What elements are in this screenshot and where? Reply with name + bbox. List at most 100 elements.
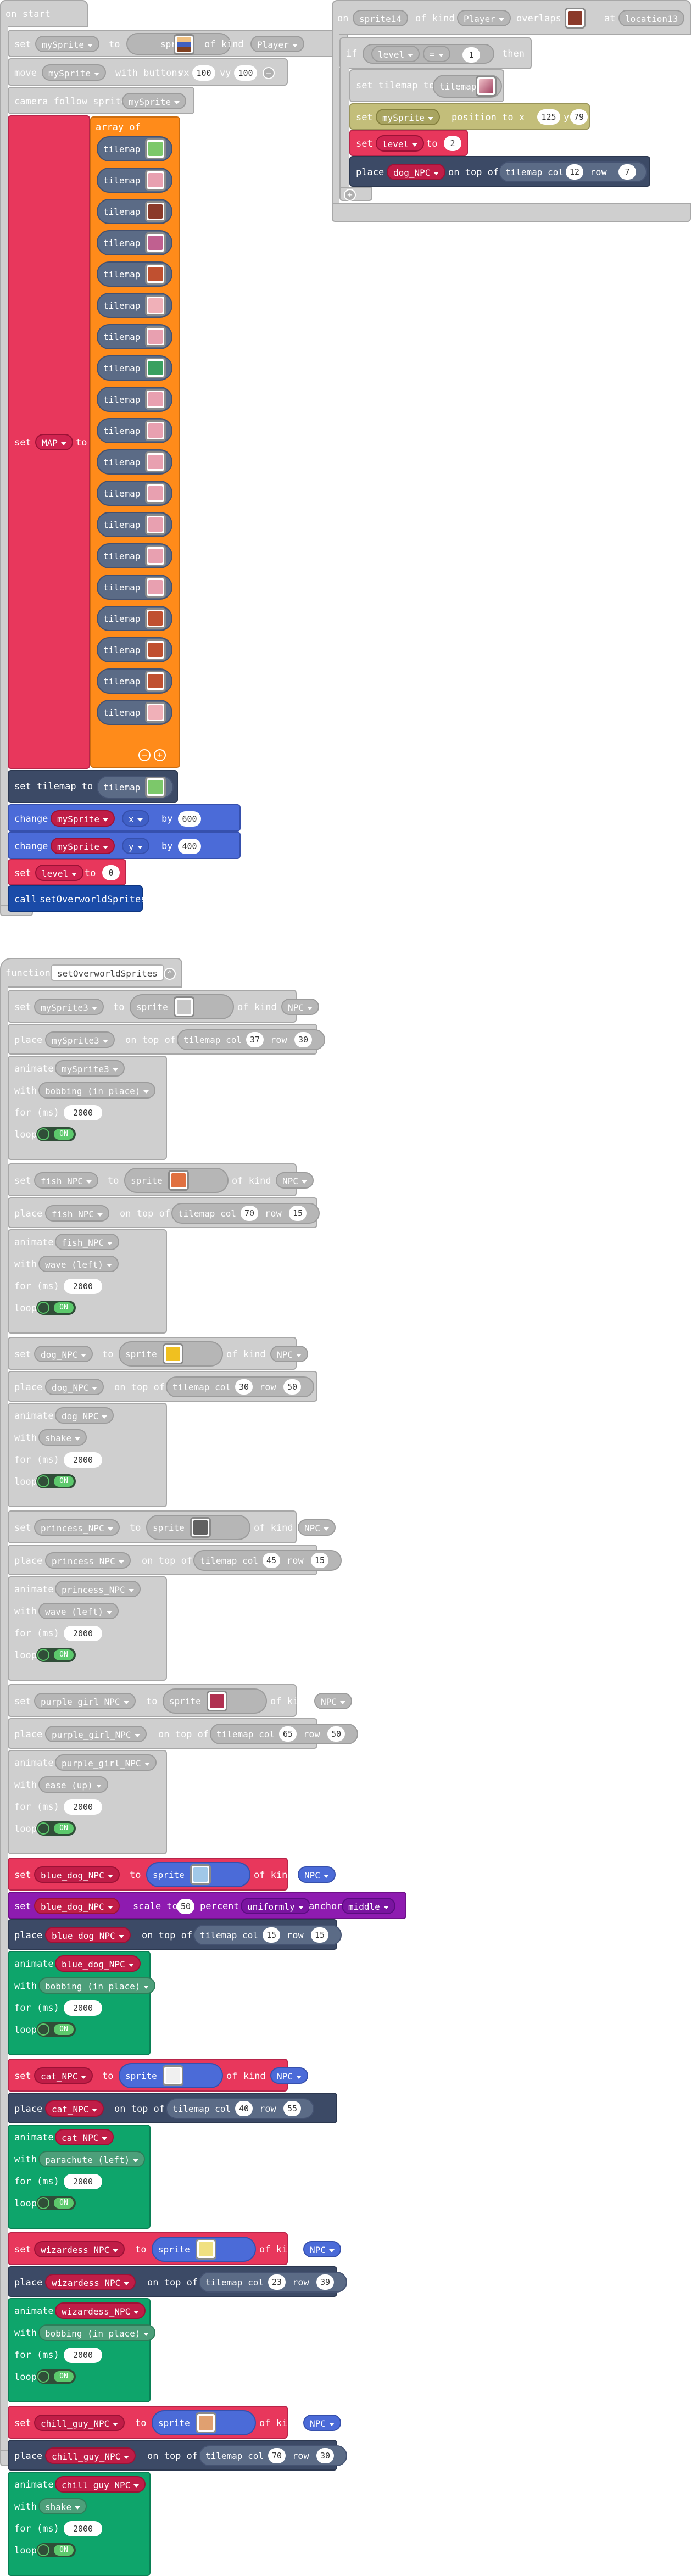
- tilemap-item-pill[interactable]: tilemap: [97, 449, 172, 475]
- dog-npc-var-pill[interactable]: dog_NPC: [387, 164, 446, 180]
- tilemap-item-thumbnail[interactable]: [145, 420, 166, 441]
- place-npc-block[interactable]: place blue_dog_NPC on top of tilemap col 15 r…: [8, 1919, 342, 1950]
- loop-toggle[interactable]: ON: [36, 2022, 76, 2037]
- tilemap-item-thumbnail[interactable]: [145, 608, 166, 629]
- set-npc-sprite-block[interactable]: set chill_guy_NPC to sprite of kind NPC: [8, 2406, 341, 2439]
- npc-var-pill[interactable]: princess_NPC: [55, 1581, 141, 1597]
- npc-var-pill[interactable]: fish_NPC: [34, 1172, 99, 1189]
- npc-sprite-thumbnail[interactable]: [163, 2065, 183, 2086]
- ms-input[interactable]: 2000: [64, 1452, 102, 1468]
- tilemap-item-thumbnail[interactable]: [145, 358, 166, 378]
- set-npc-sprite-block[interactable]: set blue_dog_NPC to sprite of kind NPC: [8, 1858, 336, 1891]
- set-map-block[interactable]: set MAP to: [8, 115, 90, 769]
- tilemap-item-pill[interactable]: tilemap: [97, 481, 172, 506]
- vy-input[interactable]: 100: [234, 65, 257, 81]
- npc-var-pill[interactable]: blue_dog_NPC: [34, 1866, 120, 1883]
- place-npc-block[interactable]: place princess_NPC on top of tilemap col 45 r…: [8, 1545, 342, 1575]
- place-npc-block[interactable]: place purple_girl_NPC on top of tilemap col…: [8, 1718, 358, 1749]
- loop-toggle[interactable]: ON: [36, 1127, 76, 1141]
- tilemap-item-thumbnail[interactable]: [145, 702, 166, 723]
- kind-npc-pill[interactable]: NPC: [276, 1172, 314, 1189]
- tilemap-item-pill[interactable]: tilemap: [97, 136, 172, 161]
- col-input[interactable]: 40: [235, 2101, 253, 2116]
- set-npc-sprite-block[interactable]: set cat_NPC to sprite of kind NPC: [8, 2059, 308, 2092]
- kind-npc-pill[interactable]: NPC: [303, 2415, 341, 2431]
- remove-item-icon[interactable]: −: [138, 749, 151, 761]
- npc-var-pill[interactable]: purple_girl_NPC: [55, 1754, 157, 1771]
- change-y-input[interactable]: 400: [178, 839, 201, 854]
- tilemap-item-thumbnail[interactable]: [145, 483, 166, 504]
- animation-pill[interactable]: bobbing (in place): [38, 1082, 156, 1099]
- tilemap-item-pill[interactable]: tilemap: [97, 199, 172, 224]
- level-var-pill[interactable]: level: [371, 46, 420, 62]
- col-input[interactable]: 70: [241, 1206, 258, 1221]
- animate-block[interactable]: animate fish_NPC with wave (left) for (ms) 20…: [8, 1229, 167, 1334]
- col-input[interactable]: 30: [235, 1379, 253, 1395]
- tilemap-item-thumbnail[interactable]: [145, 514, 166, 535]
- animate-block[interactable]: animate princess_NPC with wave (left) for (m…: [8, 1576, 167, 1681]
- collapse-minus-icon[interactable]: −: [263, 67, 275, 79]
- npc-var-pill[interactable]: dog_NPC: [45, 1379, 104, 1395]
- animation-pill[interactable]: wave (left): [38, 1603, 119, 1619]
- map-var-pill[interactable]: MAP: [35, 434, 73, 450]
- tilemap-item-thumbnail[interactable]: [145, 671, 166, 692]
- row-input[interactable]: 30: [316, 2448, 334, 2463]
- position-y-input[interactable]: 79: [570, 109, 588, 125]
- tilemap-item-thumbnail[interactable]: [145, 232, 166, 253]
- tilemap-item-pill[interactable]: tilemap: [97, 700, 172, 725]
- function-hat[interactable]: function setOverworldSprites ⌃: [0, 958, 182, 988]
- kind-npc-pill[interactable]: NPC: [270, 2067, 308, 2084]
- npc-var-pill[interactable]: chill_guy_NPC: [55, 2476, 146, 2493]
- move-with-buttons-block[interactable]: move mySprite with buttons vx 100 vy 100…: [8, 58, 288, 86]
- tilemap-item-thumbnail[interactable]: [145, 295, 166, 316]
- tilemap-item-pill[interactable]: tilemap: [97, 543, 172, 568]
- mysprite-var-pill[interactable]: mySprite: [51, 838, 115, 854]
- tilemap-item-pill[interactable]: tilemap: [97, 293, 172, 318]
- col-input[interactable]: 23: [268, 2274, 286, 2290]
- npc-var-pill[interactable]: cat_NPC: [34, 2067, 93, 2084]
- animation-pill[interactable]: bobbing (in place): [38, 2324, 156, 2341]
- tilemap-item-pill[interactable]: tilemap: [97, 324, 172, 349]
- npc-sprite-thumbnail[interactable]: [196, 2412, 216, 2433]
- npc-var-pill[interactable]: mySprite3: [55, 1060, 125, 1077]
- mysprite-var-pill[interactable]: mySprite: [122, 93, 187, 109]
- animate-block[interactable]: animate chill_guy_NPC with shake for (ms) 200…: [8, 2472, 151, 2576]
- if-set-tilemap-block[interactable]: set tilemap to tilemap: [349, 69, 504, 102]
- tilemap-item-thumbnail[interactable]: [145, 264, 166, 285]
- mysprite-var-pill[interactable]: mySprite: [376, 109, 441, 125]
- loop-toggle[interactable]: ON: [36, 2543, 76, 2557]
- scale-input[interactable]: 50: [177, 1899, 194, 1914]
- npc-var-pill[interactable]: wizardess_NPC: [55, 2302, 146, 2319]
- function-name-field[interactable]: setOverworldSprites: [51, 964, 165, 981]
- change-y-block[interactable]: change mySprite y by 400: [8, 832, 241, 859]
- x-prop-pill[interactable]: x: [122, 810, 149, 827]
- set-npc-sprite-block[interactable]: set princess_NPC to sprite of kind NPC: [8, 1510, 336, 1543]
- ms-input[interactable]: 2000: [64, 1279, 102, 1294]
- tilemap-item-thumbnail[interactable]: [145, 577, 166, 598]
- tilemap-item-thumbnail[interactable]: [145, 201, 166, 222]
- kind-npc-pill[interactable]: NPC: [298, 1866, 336, 1883]
- set-mysprite-block[interactable]: set mySprite to sprite of kind Player: [8, 30, 348, 57]
- animation-pill[interactable]: parachute (left): [38, 2151, 146, 2167]
- npc-var-pill[interactable]: chill_guy_NPC: [45, 2447, 136, 2464]
- tilemap-thumbnail[interactable]: [476, 76, 497, 97]
- npc-var-pill[interactable]: purple_girl_NPC: [34, 1693, 136, 1709]
- npc-var-pill[interactable]: mySprite3: [45, 1031, 115, 1048]
- add-item-icon[interactable]: +: [154, 749, 166, 761]
- tilemap-item-pill[interactable]: tilemap: [97, 261, 172, 287]
- tilemap-item-pill[interactable]: tilemap: [97, 637, 172, 662]
- camera-follow-block[interactable]: camera follow sprite mySprite: [8, 87, 194, 114]
- col-input[interactable]: 70: [268, 2448, 286, 2463]
- array-of-block[interactable]: array of tilemap tilemap tilemap tilemap til…: [90, 116, 180, 768]
- place-npc-block[interactable]: place fish_NPC on top of tilemap col 70 row 15: [8, 1197, 320, 1228]
- row-input[interactable]: 15: [311, 1553, 328, 1568]
- place-npc-block[interactable]: place wizardess_NPC on top of tilemap col 23…: [8, 2266, 347, 2297]
- kind-npc-pill[interactable]: NPC: [270, 1346, 308, 1362]
- col-input[interactable]: 45: [263, 1553, 280, 1568]
- mysprite-var-pill[interactable]: mySprite: [35, 36, 100, 52]
- animate-block[interactable]: animate dog_NPC with shake for (ms) 2000 loop O…: [8, 1403, 167, 1507]
- if-block[interactable]: if level = 1 then: [339, 37, 532, 69]
- npc-sprite-thumbnail[interactable]: [207, 1691, 227, 1711]
- row-input[interactable]: 15: [289, 1206, 307, 1221]
- npc-var-pill[interactable]: dog_NPC: [55, 1407, 114, 1424]
